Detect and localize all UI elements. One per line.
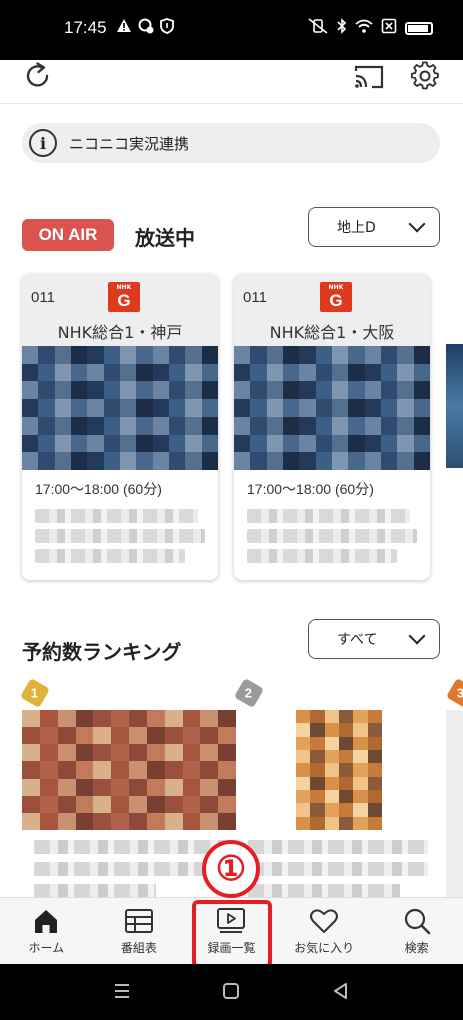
ranking-title: 予約数ランキング xyxy=(22,640,182,664)
channel-number: 011 xyxy=(31,289,55,306)
area-dropdown[interactable]: 地上D xyxy=(308,207,440,247)
ranking-title-blurred xyxy=(248,884,400,898)
channel-header: 011 NHK G NHK総合1・大阪 xyxy=(234,274,430,346)
ranking-title-blurred xyxy=(34,884,156,898)
program-thumbnail xyxy=(234,346,430,470)
channel-name: NHK総合1・神戸 xyxy=(57,323,183,342)
home-icon xyxy=(30,906,62,936)
rank-3-badge: 3 xyxy=(445,677,463,709)
gear-icon xyxy=(410,61,439,90)
channel-card[interactable]: 011 NHK G NHK総合1・大阪 17:00〜18:00 (60分) xyxy=(234,274,430,580)
ranking-title-blurred xyxy=(248,840,428,854)
square-icon xyxy=(223,983,239,999)
channel-number: 011 xyxy=(243,289,267,306)
nav-favorites-label: お気に入り xyxy=(294,941,355,955)
settings-badge-icon xyxy=(138,18,154,38)
rank-2-badge: 2 xyxy=(233,677,265,709)
program-title-blurred xyxy=(234,499,430,563)
ranking-title-blurred xyxy=(34,862,224,876)
nav-tv-guide[interactable]: 番組表 xyxy=(93,898,186,964)
status-icons-left xyxy=(116,18,174,38)
annotation-marker: ① xyxy=(202,840,260,898)
ranking-thumbnail xyxy=(22,710,236,830)
battery-icon xyxy=(405,21,433,35)
shield-icon xyxy=(160,18,174,38)
nico-jikkyo-label: ニコニコ実況連携 xyxy=(69,134,190,153)
channel-card[interactable]: 011 NHK G NHK総合1・神戸 17:00〜18:00 (60分) xyxy=(22,274,218,580)
program-time: 17:00〜18:00 (60分) xyxy=(35,481,162,497)
ranking-filter-dropdown[interactable]: すべて xyxy=(308,619,440,659)
cast-icon xyxy=(354,65,384,89)
mute-vibrate-icon xyxy=(307,18,329,38)
wifi-icon xyxy=(355,19,373,37)
chevron-down-icon xyxy=(408,627,426,645)
program-thumbnail xyxy=(22,346,218,470)
area-dropdown-value: 地上D xyxy=(337,220,376,236)
nhk-g-logo: NHK G xyxy=(108,282,140,312)
program-time: 17:00〜18:00 (60分) xyxy=(247,481,374,497)
system-navigation-bar xyxy=(0,964,463,1020)
nico-jikkyo-banner[interactable]: i ニコニコ実況連携 xyxy=(22,123,440,163)
heart-icon xyxy=(308,906,340,936)
tv-guide-icon xyxy=(123,906,155,936)
logo-text-big: G xyxy=(329,291,343,310)
onair-title: 放送中 xyxy=(135,226,195,250)
settings-button[interactable] xyxy=(409,60,441,92)
channel-name: NHK総合1・大阪 xyxy=(269,323,395,342)
menu-lines-icon xyxy=(115,984,129,998)
status-bar: 17:45 xyxy=(0,0,463,60)
nhk-g-logo: NHK G xyxy=(320,282,352,312)
channel-card-peek[interactable] xyxy=(446,344,463,468)
cast-button[interactable] xyxy=(352,61,386,93)
logo-text-big: G xyxy=(117,291,131,310)
ranking-filter-value: すべて xyxy=(337,632,378,648)
bluetooth-icon xyxy=(337,18,347,38)
home-button[interactable] xyxy=(221,981,241,1005)
nav-search[interactable]: 検索 xyxy=(370,898,463,964)
ranking-title-blurred xyxy=(34,840,224,854)
status-time: 17:45 xyxy=(64,18,107,37)
recent-apps-button[interactable] xyxy=(112,981,132,1005)
no-sim-icon xyxy=(381,18,397,38)
status-icons-right xyxy=(307,18,433,38)
ranking-title-blurred xyxy=(248,862,428,876)
rank-1-badge: 1 xyxy=(19,677,51,709)
top-toolbar xyxy=(0,60,463,104)
back-triangle-icon xyxy=(334,983,347,999)
onair-badge: ON AIR xyxy=(22,219,114,251)
chevron-down-icon xyxy=(408,215,426,233)
ranking-card[interactable] xyxy=(236,710,440,910)
nav-home[interactable]: ホーム xyxy=(0,898,93,964)
nav-favorites[interactable]: お気に入り xyxy=(278,898,371,964)
ranking-thumbnail xyxy=(296,710,382,830)
refresh-button[interactable] xyxy=(22,60,54,92)
app-screen: i ニコニコ実況連携 ON AIR 放送中 地上D 011 NHK G NHK総… xyxy=(0,60,463,964)
warning-icon xyxy=(116,18,132,38)
back-button[interactable] xyxy=(331,981,351,1005)
annotation-highlight-box xyxy=(192,900,272,964)
channel-header: 011 NHK G NHK総合1・神戸 xyxy=(22,274,218,346)
search-icon xyxy=(401,906,433,936)
info-icon: i xyxy=(29,129,57,157)
nav-search-label: 検索 xyxy=(404,941,429,955)
program-title-blurred xyxy=(22,499,218,563)
refresh-icon xyxy=(26,62,49,87)
ranking-card-peek[interactable] xyxy=(446,710,463,910)
nav-tv-guide-label: 番組表 xyxy=(120,941,157,955)
nav-home-label: ホーム xyxy=(28,941,65,955)
